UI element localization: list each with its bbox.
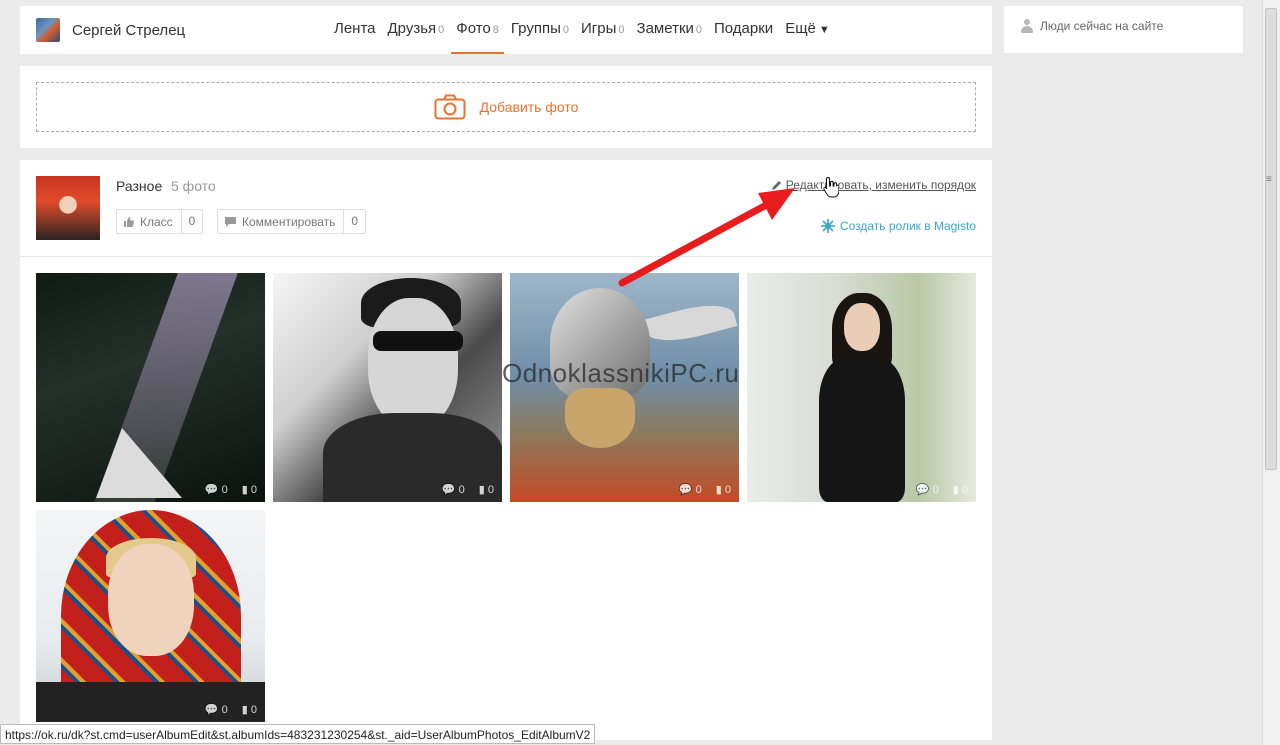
browser-status-url: https://ok.ru/dk?st.cmd=userAlbumEdit&st… <box>0 724 596 744</box>
pencil-icon <box>771 180 781 190</box>
photo-comments-count: 0 <box>695 484 702 496</box>
bar-chart-icon: ▮ <box>478 484 485 496</box>
nav-tab-label: Друзья <box>387 20 437 37</box>
photo-comments: 💬 0 <box>205 483 228 496</box>
add-photo-card: Добавить фото <box>20 66 992 148</box>
scrollbar-thumb[interactable] <box>1265 8 1277 470</box>
nav-tab-photos[interactable]: Фото 8 <box>450 6 505 54</box>
main-nav: Лента Друзья 0 Фото 8 Группы 0 Игры 0 Заметк… <box>328 6 836 54</box>
nav-tab-count: 0 <box>618 24 625 36</box>
photo-comments-count: 0 <box>221 704 228 716</box>
scrollbar-grip-icon: ≡ <box>1266 174 1272 185</box>
klass-button[interactable]: Класс 0 <box>116 209 204 234</box>
comment-count: 0 <box>343 210 365 233</box>
comment-bubble-icon <box>225 216 236 227</box>
photo-stats: 💬 0 ▮ 0 <box>679 483 731 496</box>
hand-pointer-cursor-icon <box>823 176 839 198</box>
bar-chart-icon: ▮ <box>952 484 959 496</box>
watermark-text: OdnoklassnikiPC.ru <box>502 358 740 388</box>
comment-label: Комментировать <box>242 214 336 229</box>
photo-likes: ▮ 0 <box>242 703 257 716</box>
edit-album-label: Редактировать, изменить порядок <box>785 178 976 192</box>
photo-likes-count: 0 <box>487 484 494 496</box>
bar-chart-icon: ▮ <box>241 484 248 496</box>
nav-tab-label: Игры <box>581 20 617 37</box>
nav-tab-feed[interactable]: Лента <box>328 6 382 54</box>
nav-tab-count: 0 <box>562 24 569 36</box>
nav-tab-label: Фото <box>456 20 491 37</box>
nav-tab-groups[interactable]: Группы 0 <box>505 6 575 54</box>
nav-tab-count: 0 <box>438 24 445 36</box>
comment-bubble-icon: 💬 <box>204 704 219 716</box>
klass-label: Класс <box>140 214 173 229</box>
klass-count: 0 <box>180 210 203 233</box>
album-photo[interactable]: 💬 0 ▮ 0 <box>36 273 265 502</box>
album-cover-thumbnail[interactable] <box>36 176 100 240</box>
user-name[interactable]: Сергей Стрелец <box>72 22 185 39</box>
nav-tab-count: 8 <box>492 24 499 36</box>
divider <box>20 256 992 257</box>
camera-icon <box>434 94 466 120</box>
triangle-down-icon: ▼ <box>818 24 830 36</box>
person-icon <box>1020 19 1034 33</box>
photo-comments: 💬 0 <box>205 703 228 716</box>
bar-chart-icon: ▮ <box>715 484 722 496</box>
photo-likes-count: 0 <box>961 484 968 496</box>
photo-stats: 💬 0 ▮ 0 <box>916 483 968 496</box>
edit-album-link[interactable]: Редактировать, изменить порядок <box>771 178 976 192</box>
nav-tab-friends[interactable]: Друзья 0 <box>382 6 451 54</box>
photo-comments: 💬 0 <box>679 483 702 496</box>
nav-tab-notes[interactable]: Заметки 0 <box>631 6 709 54</box>
photo-comments-count: 0 <box>221 484 228 496</box>
album-photo[interactable]: 💬 0 ▮ 0 <box>747 273 976 502</box>
add-photo-button[interactable]: Добавить фото <box>36 82 976 132</box>
comment-bubble-icon: 💬 <box>678 484 693 496</box>
album-photo-count: 5 фото <box>171 178 216 194</box>
nav-tab-count: 0 <box>695 24 703 36</box>
nav-tab-label: Заметки <box>636 20 694 37</box>
magisto-sparkle-icon <box>820 219 835 233</box>
photo-stats: 💬 0 ▮ 0 <box>442 483 494 496</box>
album-photo[interactable]: 💬 0 ▮ 0 <box>36 510 265 722</box>
photo-comments: 💬 0 <box>442 483 465 496</box>
photo-likes: ▮ 0 <box>953 483 968 496</box>
comment-bubble-icon: 💬 <box>915 484 930 496</box>
magisto-link[interactable]: Создать ролик в Magisto <box>820 219 976 233</box>
user-avatar[interactable] <box>36 18 60 42</box>
nav-tab-label: Лента <box>334 20 376 37</box>
top-navigation-bar: Сергей Стрелец Лента Друзья 0 Фото 8 Групп… <box>20 6 992 54</box>
album-photo[interactable]: 💬 0 ▮ 0 <box>273 273 502 502</box>
nav-tab-label: Подарки <box>714 20 774 37</box>
add-photo-label: Добавить фото <box>479 99 579 115</box>
magisto-label: Создать ролик в Magisto <box>839 219 976 233</box>
photo-likes-count: 0 <box>724 484 731 496</box>
comment-bubble-icon: 💬 <box>204 484 219 496</box>
photo-likes: ▮ 0 <box>479 483 494 496</box>
photo-likes: ▮ 0 <box>716 483 731 496</box>
nav-tab-more[interactable]: Ещё ▼ <box>779 6 836 54</box>
user-profile-link[interactable]: Сергей Стрелец <box>36 18 185 42</box>
photo-likes-count: 0 <box>250 704 257 716</box>
nav-tab-gifts[interactable]: Подарки <box>708 6 779 54</box>
photo-likes-count: 0 <box>250 484 257 496</box>
thumbs-up-icon <box>124 216 135 227</box>
online-people-label: Люди сейчас на сайте <box>1040 19 1164 33</box>
photo-likes: ▮ 0 <box>242 483 257 496</box>
photo-comments: 💬 0 <box>916 483 939 496</box>
nav-tab-games[interactable]: Игры 0 <box>575 6 631 54</box>
nav-tab-label: Ещё <box>785 20 816 37</box>
online-people-widget: Люди сейчас на сайте <box>1004 6 1243 53</box>
online-people-link[interactable]: Люди сейчас на сайте <box>1020 19 1163 33</box>
album-card: Разное 5 фото Класс 0 Комментировать 0 Р… <box>20 160 992 740</box>
comment-bubble-icon: 💬 <box>441 484 456 496</box>
photo-comments-count: 0 <box>932 484 939 496</box>
photo-stats: 💬 0 ▮ 0 <box>205 703 257 716</box>
comment-button[interactable]: Комментировать 0 <box>217 209 367 234</box>
photo-stats: 💬 0 ▮ 0 <box>205 483 257 496</box>
album-title[interactable]: Разное <box>116 178 162 194</box>
bar-chart-icon: ▮ <box>241 704 248 716</box>
nav-tab-label: Группы <box>510 20 561 37</box>
photo-comments-count: 0 <box>458 484 465 496</box>
